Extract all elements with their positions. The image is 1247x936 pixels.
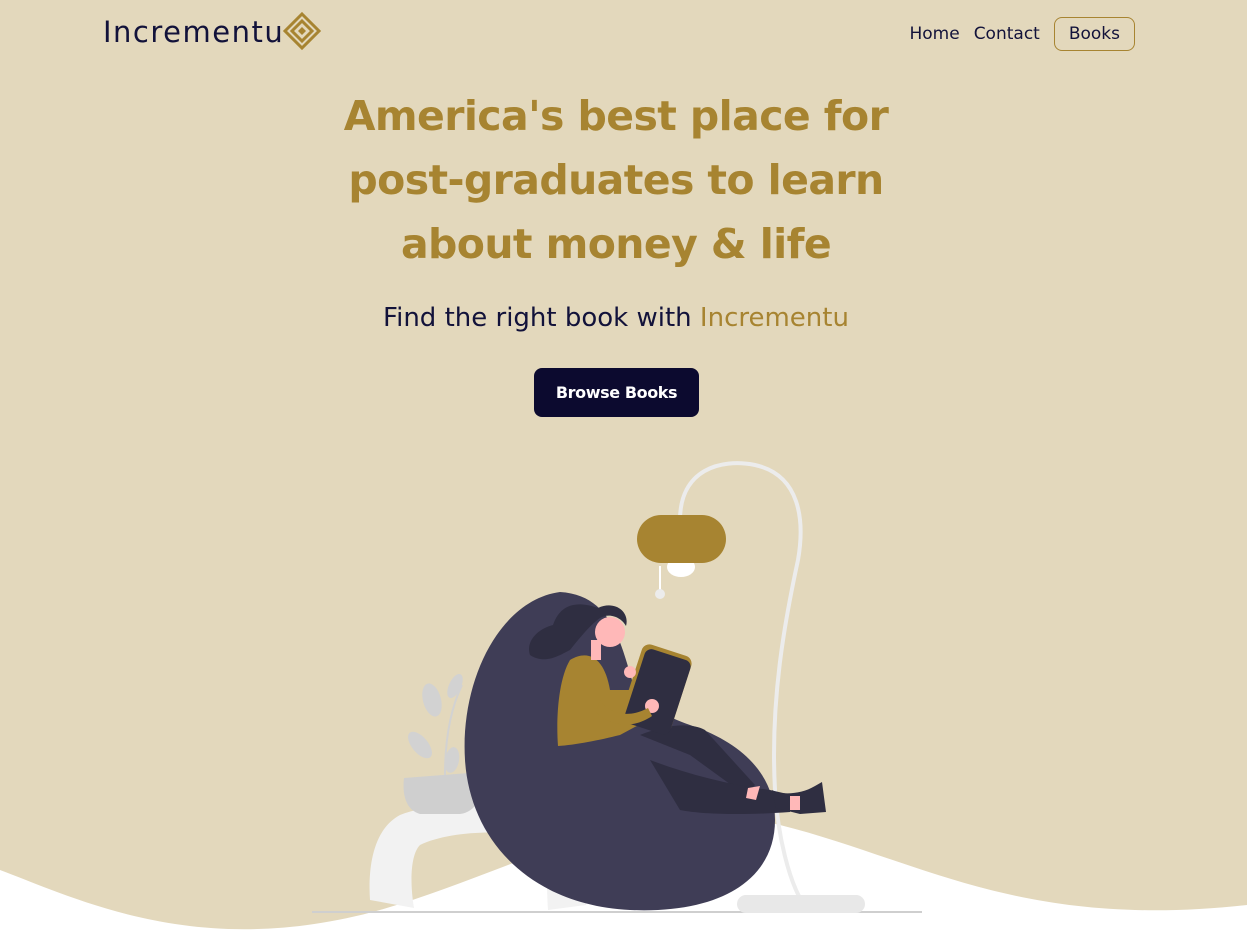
nav-link-contact[interactable]: Contact [974, 17, 1040, 51]
browse-books-button[interactable]: Browse Books [534, 368, 699, 417]
hero-subtitle: Find the right book with Incrementu [0, 298, 1232, 338]
brand-logo[interactable]: Incrementu [103, 11, 322, 52]
hero-title-line-3: about money & life [400, 220, 832, 268]
hero-subtitle-prefix: Find the right book with [383, 303, 700, 333]
nested-diamond-icon [283, 11, 322, 51]
hero-title: America's best place for post-graduates … [0, 84, 1232, 276]
landing-page: Incrementu Home Contact Books America's … [0, 0, 1247, 936]
brand-name: Incrementu [103, 15, 285, 49]
books-button[interactable]: Books [1053, 17, 1135, 51]
reading-illustration [0, 461, 1247, 936]
nav-link-home[interactable]: Home [909, 17, 959, 51]
hero-subtitle-brand: Incrementu [699, 303, 849, 333]
hero-title-line-1: America's best place for [343, 92, 889, 140]
hero-title-line-2: post-graduates to learn [348, 156, 884, 204]
nav-links: Home Contact Books [895, 17, 1135, 51]
top-nav: Incrementu Home Contact Books [0, 0, 1247, 70]
